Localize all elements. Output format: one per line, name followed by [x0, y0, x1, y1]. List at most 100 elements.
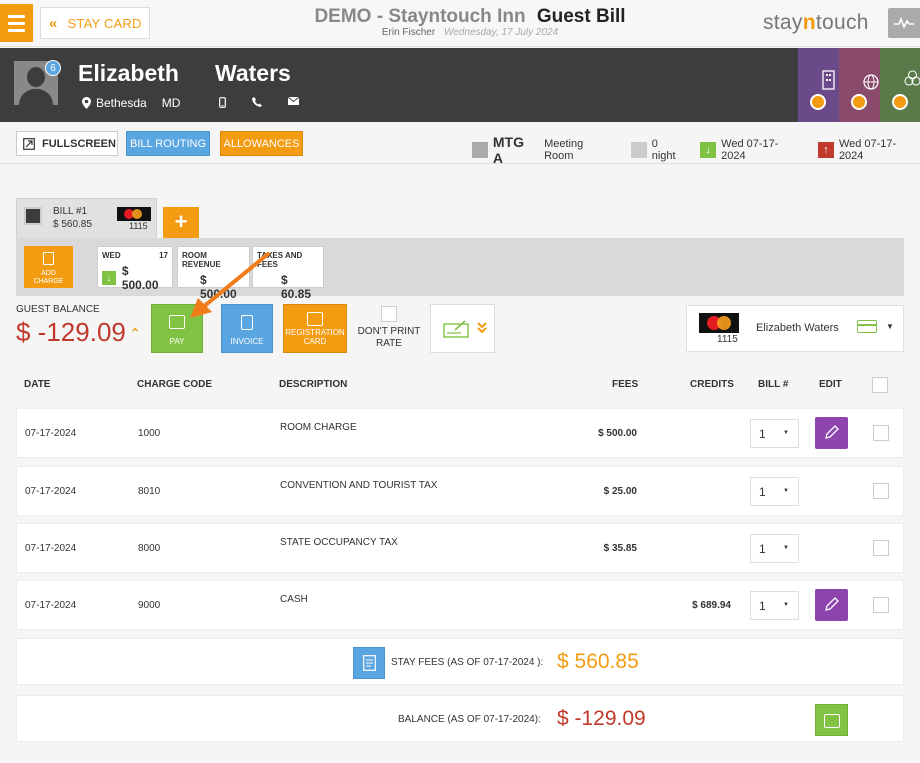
- receipt-icon: [43, 252, 54, 265]
- nights-count: 0 night: [651, 138, 676, 162]
- taxes-fees-amount: $ 60.85: [281, 273, 312, 301]
- map-pin-icon: [82, 97, 91, 109]
- col-edit: EDIT: [819, 379, 842, 390]
- contact-icons: [219, 97, 299, 108]
- charges-strip: ADD CHARGE WED 17 ↓ $ 500.00 ROOM REVENUE …: [16, 238, 904, 301]
- mobile-phone-icon[interactable]: [219, 97, 226, 108]
- room-type-icon: [472, 142, 488, 158]
- guest-count-badge: 6: [45, 60, 61, 76]
- room-code: MTG A: [492, 134, 524, 166]
- bill-number-select[interactable]: 1 ▼: [750, 477, 799, 506]
- double-chevron-down-icon: [477, 322, 487, 334]
- col-fees: FEES: [612, 379, 639, 390]
- phone-icon[interactable]: [252, 97, 262, 107]
- balance-label: BALANCE (AS OF 07-17-2024):: [398, 714, 541, 725]
- row-checkbox[interactable]: [873, 597, 889, 613]
- row-date: 07-17-2024: [25, 486, 77, 497]
- row-date: 07-17-2024: [25, 600, 77, 611]
- pencil-icon: [825, 597, 839, 611]
- caret-down-icon: ▼: [783, 430, 789, 436]
- guest-photo-icon: [24, 207, 42, 225]
- taxes-fees-label: TAXES AND FEES: [257, 251, 303, 269]
- day-label: WED: [102, 251, 121, 260]
- dont-print-rate-toggle[interactable]: DON'T PRINT RATE: [355, 306, 423, 350]
- row-checkbox[interactable]: [873, 540, 889, 556]
- bill-name: BILL #1: [53, 206, 88, 217]
- guest-header: 6 Elizabeth Waters Bethesda MD: [0, 48, 920, 122]
- globe-icon: [863, 74, 879, 90]
- tab-globe[interactable]: [839, 48, 880, 122]
- room-info: MTG A Meeting Room 0 night ↓ Wed 07-17-2…: [472, 134, 920, 166]
- guest-balance-amount: $ -129.09: [16, 317, 126, 347]
- table-row: 07-17-2024 9000 CASH $ 689.94 1 ▼: [16, 580, 904, 630]
- bill-tab-1[interactable]: BILL #1 $ 560.85 1115: [16, 198, 157, 238]
- bill-amount: $ 560.85: [53, 219, 92, 230]
- email-icon[interactable]: [288, 97, 299, 105]
- action-bar: FULLSCREEN BILL ROUTING ALLOWANCES MTG A…: [0, 122, 920, 166]
- nights-icon: [630, 142, 647, 158]
- card-last4: 1115: [129, 221, 148, 231]
- stay-fees-summary: STAY FEES (AS OF 07-17-2024 ): $ 560.85: [16, 638, 904, 685]
- col-description: DESCRIPTION: [279, 379, 348, 390]
- pay-button[interactable]: PAY: [151, 304, 203, 353]
- tab-activity[interactable]: [880, 48, 920, 122]
- printer-icon: [307, 312, 323, 326]
- departure-icon: ↑: [818, 142, 834, 158]
- bill-number-select[interactable]: 1 ▼: [750, 419, 799, 448]
- stay-card-back-button[interactable]: « STAY CARD: [40, 7, 150, 39]
- caret-down-icon: ▼: [783, 488, 789, 494]
- row-date: 07-17-2024: [25, 543, 77, 554]
- invoice-label: INVOICE: [230, 337, 264, 346]
- invoice-button[interactable]: INVOICE: [221, 304, 273, 353]
- bill-number-select[interactable]: 1 ▼: [750, 534, 799, 563]
- row-fees: $ 25.00: [603, 486, 637, 497]
- wallet-icon: [823, 714, 840, 728]
- payment-method-selector[interactable]: 1115 Elizabeth Waters ▼: [686, 305, 904, 352]
- credit-card-icon: [857, 320, 877, 333]
- signature-button[interactable]: [430, 304, 495, 353]
- bill-number-select[interactable]: 1 ▼: [750, 591, 799, 620]
- registration-label: REGISTRATION: [285, 328, 345, 337]
- bill-routing-button[interactable]: BILL ROUTING: [126, 131, 210, 156]
- stay-fees-amount: $ 560.85: [557, 650, 639, 673]
- fullscreen-button[interactable]: FULLSCREEN: [16, 131, 118, 156]
- chevron-up-icon[interactable]: ⌃: [130, 326, 140, 340]
- caret-down-icon: ▼: [886, 322, 894, 331]
- select-all-checkbox[interactable]: [872, 377, 888, 393]
- room-revenue-card[interactable]: ROOM REVENUE $ 500.00: [177, 246, 250, 301]
- row-charge-code: 8000: [138, 543, 161, 554]
- page-title: Guest Bill: [536, 6, 626, 27]
- mastercard-icon: [699, 313, 739, 333]
- row-checkbox[interactable]: [873, 483, 889, 499]
- add-bill-button[interactable]: +: [163, 207, 199, 238]
- add-charge-button[interactable]: ADD CHARGE: [24, 246, 73, 288]
- payment-card-holder: Elizabeth Waters: [756, 322, 839, 334]
- stay-tabs-strip: [798, 48, 920, 122]
- tab-room[interactable]: [798, 48, 839, 122]
- registration-card-button[interactable]: REGISTRATION CARD: [283, 304, 347, 353]
- day-amount: $ 500.00: [121, 264, 159, 292]
- room-revenue-label: ROOM REVENUE: [182, 251, 221, 269]
- activity-button[interactable]: [888, 8, 920, 38]
- dont-print-rate-checkbox[interactable]: [381, 306, 397, 322]
- zoom-icon: [810, 94, 826, 110]
- taxes-fees-card[interactable]: TAXES AND FEES $ 60.85: [252, 246, 324, 301]
- zoom-icon: [892, 94, 908, 110]
- day-charge-card[interactable]: WED 17 ↓ $ 500.00: [97, 246, 173, 292]
- row-checkbox[interactable]: [873, 425, 889, 441]
- room-revenue-amount: $ 500.00: [200, 273, 237, 301]
- allowances-button[interactable]: ALLOWANCES: [220, 131, 303, 156]
- edit-charge-button[interactable]: [815, 589, 848, 621]
- row-charge-code: 8010: [138, 486, 161, 497]
- edit-charge-button[interactable]: [815, 417, 848, 449]
- pay-balance-button[interactable]: [815, 704, 848, 736]
- mastercard-icon: [117, 207, 151, 221]
- guest-first-name: Elizabeth: [78, 60, 179, 86]
- balance-summary: BALANCE (AS OF 07-17-2024): $ -129.09: [16, 695, 904, 742]
- arrival-arrow-icon: ↓: [102, 271, 116, 285]
- row-charge-code: 1000: [138, 428, 161, 439]
- menu-button[interactable]: [0, 4, 33, 42]
- fullscreen-label: FULLSCREEN: [42, 137, 116, 150]
- day-number: 17: [159, 251, 168, 260]
- invoice-icon[interactable]: [353, 647, 385, 679]
